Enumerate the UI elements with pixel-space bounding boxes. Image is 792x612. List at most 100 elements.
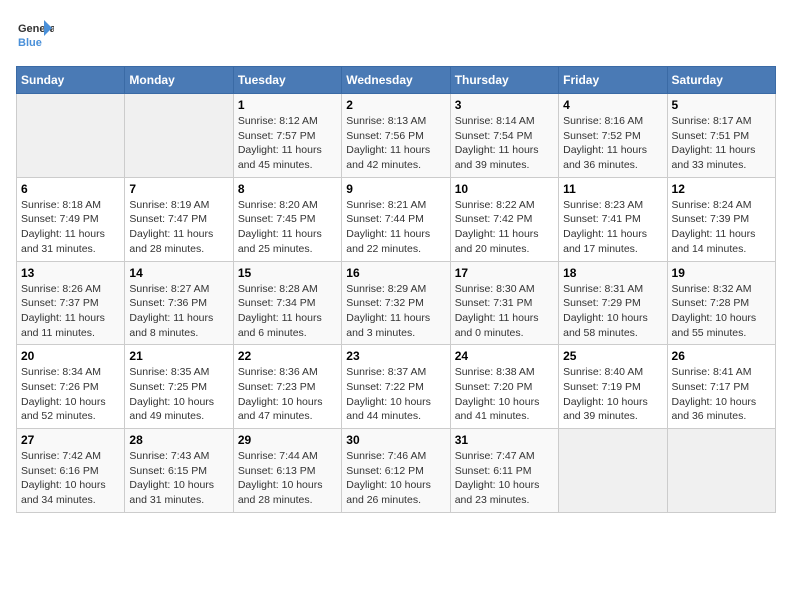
day-number: 25	[563, 349, 662, 363]
calendar-cell: 19Sunrise: 8:32 AM Sunset: 7:28 PM Dayli…	[667, 261, 775, 345]
calendar-cell: 5 Sunrise: 8:17 AM Sunset: 7:51 PM Daylig…	[667, 94, 775, 178]
calendar-week-3: 13 Sunrise: 8:26 AM Sunset: 7:37 PM Dayli…	[17, 261, 776, 345]
day-info: Sunrise: 8:29 AM Sunset: 7:32 PM Dayligh…	[346, 282, 445, 341]
day-info: Sunrise: 8:18 AM Sunset: 7:49 PM Dayligh…	[21, 198, 120, 257]
day-number: 31	[455, 433, 554, 447]
day-number: 29	[238, 433, 337, 447]
calendar-cell	[17, 94, 125, 178]
day-number: 12	[672, 182, 771, 196]
day-number: 16	[346, 266, 445, 280]
day-number: 23	[346, 349, 445, 363]
calendar-cell: 29 Sunrise: 7:44 AM Sunset: 6:13 PM Dayli…	[233, 429, 341, 513]
calendar-cell: 24 Sunrise: 8:38 AM Sunset: 7:20 PM Dayli…	[450, 345, 558, 429]
day-info: Sunrise: 8:23 AM Sunset: 7:41 PM Dayligh…	[563, 198, 662, 257]
calendar-cell	[125, 94, 233, 178]
calendar-cell: 17 Sunrise: 8:30 AM Sunset: 7:31 PM Dayli…	[450, 261, 558, 345]
day-info: Sunrise: 8:24 AM Sunset: 7:39 PM Dayligh…	[672, 198, 771, 257]
day-header-friday: Friday	[559, 67, 667, 94]
day-info: Sunrise: 8:38 AM Sunset: 7:20 PM Dayligh…	[455, 365, 554, 424]
day-number: 11	[563, 182, 662, 196]
day-info: Sunrise: 8:17 AM Sunset: 7:51 PM Dayligh…	[672, 114, 771, 173]
day-info: Sunrise: 8:21 AM Sunset: 7:44 PM Dayligh…	[346, 198, 445, 257]
logo-icon: General Blue	[16, 16, 54, 54]
day-number: 7	[129, 182, 228, 196]
day-number: 28	[129, 433, 228, 447]
day-info: Sunrise: 8:20 AM Sunset: 7:45 PM Dayligh…	[238, 198, 337, 257]
calendar-cell: 20 Sunrise: 8:34 AM Sunset: 7:26 PM Dayli…	[17, 345, 125, 429]
day-info: Sunrise: 8:31 AM Sunset: 7:29 PM Dayligh…	[563, 282, 662, 341]
day-header-wednesday: Wednesday	[342, 67, 450, 94]
day-info: Sunrise: 8:35 AM Sunset: 7:25 PM Dayligh…	[129, 365, 228, 424]
calendar-cell: 25 Sunrise: 8:40 AM Sunset: 7:19 PM Dayli…	[559, 345, 667, 429]
calendar-cell: 23 Sunrise: 8:37 AM Sunset: 7:22 PM Dayli…	[342, 345, 450, 429]
day-number: 18	[563, 266, 662, 280]
day-info: Sunrise: 8:36 AM Sunset: 7:23 PM Dayligh…	[238, 365, 337, 424]
day-info: Sunrise: 8:12 AM Sunset: 7:57 PM Dayligh…	[238, 114, 337, 173]
calendar-week-2: 6 Sunrise: 8:18 AM Sunset: 7:49 PM Daylig…	[17, 177, 776, 261]
calendar-cell: 12 Sunrise: 8:24 AM Sunset: 7:39 PM Dayli…	[667, 177, 775, 261]
calendar-cell: 28Sunrise: 7:43 AM Sunset: 6:15 PM Dayli…	[125, 429, 233, 513]
calendar-cell	[559, 429, 667, 513]
day-number: 9	[346, 182, 445, 196]
day-number: 24	[455, 349, 554, 363]
day-number: 13	[21, 266, 120, 280]
day-info: Sunrise: 8:34 AM Sunset: 7:26 PM Dayligh…	[21, 365, 120, 424]
day-number: 10	[455, 182, 554, 196]
calendar-cell: 16 Sunrise: 8:29 AM Sunset: 7:32 PM Dayli…	[342, 261, 450, 345]
page-header: General Blue	[16, 16, 776, 54]
calendar-cell: 18 Sunrise: 8:31 AM Sunset: 7:29 PM Dayli…	[559, 261, 667, 345]
calendar-week-5: 27 Sunrise: 7:42 AM Sunset: 6:16 PM Dayli…	[17, 429, 776, 513]
day-header-monday: Monday	[125, 67, 233, 94]
calendar-cell: 4Sunrise: 8:16 AM Sunset: 7:52 PM Daylig…	[559, 94, 667, 178]
day-info: Sunrise: 7:44 AM Sunset: 6:13 PM Dayligh…	[238, 449, 337, 508]
day-header-saturday: Saturday	[667, 67, 775, 94]
calendar-cell: 7 Sunrise: 8:19 AM Sunset: 7:47 PM Daylig…	[125, 177, 233, 261]
day-info: Sunrise: 7:46 AM Sunset: 6:12 PM Dayligh…	[346, 449, 445, 508]
day-number: 22	[238, 349, 337, 363]
calendar-cell: 31 Sunrise: 7:47 AM Sunset: 6:11 PM Dayli…	[450, 429, 558, 513]
day-info: Sunrise: 8:28 AM Sunset: 7:34 PM Dayligh…	[238, 282, 337, 341]
day-number: 6	[21, 182, 120, 196]
day-info: Sunrise: 8:26 AM Sunset: 7:37 PM Dayligh…	[21, 282, 120, 341]
calendar-cell: 1Sunrise: 8:12 AM Sunset: 7:57 PM Daylig…	[233, 94, 341, 178]
calendar-cell: 15 Sunrise: 8:28 AM Sunset: 7:34 PM Dayli…	[233, 261, 341, 345]
day-info: Sunrise: 8:27 AM Sunset: 7:36 PM Dayligh…	[129, 282, 228, 341]
calendar-header-row: SundayMondayTuesdayWednesdayThursdayFrid…	[17, 67, 776, 94]
day-number: 17	[455, 266, 554, 280]
day-header-tuesday: Tuesday	[233, 67, 341, 94]
day-number: 15	[238, 266, 337, 280]
svg-text:Blue: Blue	[18, 37, 42, 49]
day-number: 14	[129, 266, 228, 280]
day-info: Sunrise: 8:40 AM Sunset: 7:19 PM Dayligh…	[563, 365, 662, 424]
day-info: Sunrise: 8:19 AM Sunset: 7:47 PM Dayligh…	[129, 198, 228, 257]
day-number: 20	[21, 349, 120, 363]
day-info: Sunrise: 8:41 AM Sunset: 7:17 PM Dayligh…	[672, 365, 771, 424]
day-number: 2	[346, 98, 445, 112]
calendar-week-4: 20 Sunrise: 8:34 AM Sunset: 7:26 PM Dayli…	[17, 345, 776, 429]
day-info: Sunrise: 8:37 AM Sunset: 7:22 PM Dayligh…	[346, 365, 445, 424]
day-info: Sunrise: 7:42 AM Sunset: 6:16 PM Dayligh…	[21, 449, 120, 508]
day-number: 3	[455, 98, 554, 112]
day-header-thursday: Thursday	[450, 67, 558, 94]
calendar-cell: 22 Sunrise: 8:36 AM Sunset: 7:23 PM Dayli…	[233, 345, 341, 429]
calendar-cell: 21Sunrise: 8:35 AM Sunset: 7:25 PM Dayli…	[125, 345, 233, 429]
day-number: 30	[346, 433, 445, 447]
calendar-cell: 26Sunrise: 8:41 AM Sunset: 7:17 PM Dayli…	[667, 345, 775, 429]
day-info: Sunrise: 7:47 AM Sunset: 6:11 PM Dayligh…	[455, 449, 554, 508]
calendar-cell: 3 Sunrise: 8:14 AM Sunset: 7:54 PM Daylig…	[450, 94, 558, 178]
day-number: 8	[238, 182, 337, 196]
calendar-cell: 8 Sunrise: 8:20 AM Sunset: 7:45 PM Daylig…	[233, 177, 341, 261]
day-info: Sunrise: 8:14 AM Sunset: 7:54 PM Dayligh…	[455, 114, 554, 173]
day-number: 5	[672, 98, 771, 112]
calendar-cell: 10 Sunrise: 8:22 AM Sunset: 7:42 PM Dayli…	[450, 177, 558, 261]
logo: General Blue	[16, 16, 54, 54]
calendar-table: SundayMondayTuesdayWednesdayThursdayFrid…	[16, 66, 776, 513]
calendar-cell	[667, 429, 775, 513]
day-info: Sunrise: 8:22 AM Sunset: 7:42 PM Dayligh…	[455, 198, 554, 257]
day-number: 19	[672, 266, 771, 280]
day-info: Sunrise: 8:13 AM Sunset: 7:56 PM Dayligh…	[346, 114, 445, 173]
day-info: Sunrise: 8:30 AM Sunset: 7:31 PM Dayligh…	[455, 282, 554, 341]
day-header-sunday: Sunday	[17, 67, 125, 94]
calendar-cell: 6 Sunrise: 8:18 AM Sunset: 7:49 PM Daylig…	[17, 177, 125, 261]
day-number: 27	[21, 433, 120, 447]
